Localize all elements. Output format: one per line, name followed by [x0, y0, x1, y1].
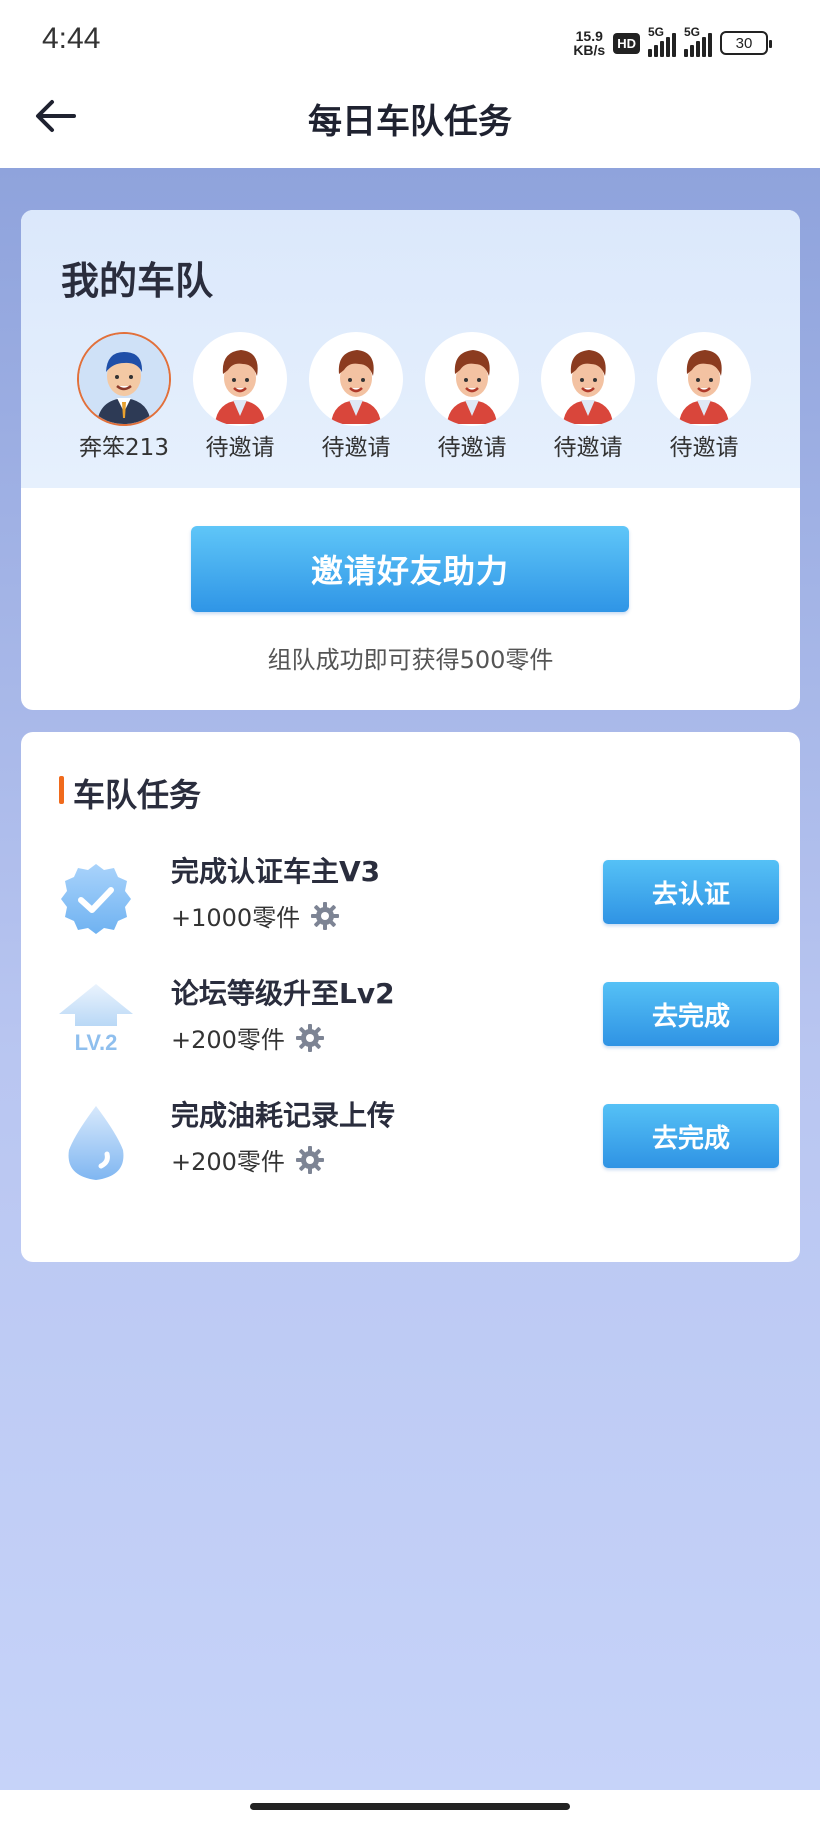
member-name: 待邀请 — [553, 435, 623, 461]
battery-icon: 30 — [720, 31, 772, 55]
avatar — [541, 332, 635, 426]
invite-placeholder-avatar-icon — [215, 350, 265, 424]
gear-icon — [311, 901, 340, 930]
task-item: LV.2 论坛等级升至Lv2 +200零件 去完成 — [57, 972, 779, 1072]
task-reward: +200零件 — [171, 1142, 325, 1177]
task-section-title: 车队任务 — [59, 770, 201, 816]
member-pending[interactable]: 待邀请 — [182, 332, 298, 462]
invite-placeholder-avatar-icon — [331, 350, 381, 424]
member-name: 待邀请 — [205, 435, 275, 461]
avatar — [657, 332, 751, 426]
task-name: 论坛等级升至Lv2 — [171, 977, 395, 1010]
member-pending[interactable]: 待邀请 — [414, 332, 530, 462]
invite-friends-button[interactable]: 邀请好友助力 — [191, 526, 629, 612]
team-reward-text: 组队成功即可获得500零件 — [267, 646, 554, 674]
page-title: 每日车队任务 — [308, 102, 512, 142]
member-name: 奔笨213 — [79, 435, 169, 461]
avatar — [193, 332, 287, 426]
status-indicators: 15.9 KB/s HD 5G 5G 30 — [573, 25, 772, 60]
member-name: 待邀请 — [669, 435, 739, 461]
user-avatar-icon — [79, 334, 169, 424]
home-indicator[interactable] — [250, 1803, 570, 1810]
verify-button[interactable]: 去认证 — [603, 860, 779, 924]
status-time: 4:44 — [42, 22, 101, 55]
task-item: 完成油耗记录上传 +200零件 去完成 — [57, 1094, 779, 1194]
signal-icon: 5G — [684, 25, 712, 57]
task-card: 车队任务 完成认证车主V3 +1000零件 去认证 LV.2 论坛等级升至Lv2… — [21, 732, 800, 1262]
task-name: 完成认证车主V3 — [171, 855, 381, 888]
member-pending[interactable]: 待邀请 — [646, 332, 762, 462]
app-header: 每日车队任务 — [0, 82, 820, 168]
avatar — [425, 332, 519, 426]
avatar — [309, 332, 403, 426]
complete-button[interactable]: 去完成 — [603, 1104, 779, 1168]
member-name: 待邀请 — [437, 435, 507, 461]
member-owner[interactable]: 奔笨213 — [66, 332, 182, 462]
gear-icon — [295, 1145, 324, 1174]
svg-text:LV.2: LV.2 — [75, 1030, 118, 1055]
team-card: 我的车队 奔笨213 待邀请 待邀请 待邀请 待邀请 待邀请 邀请好友助力 组队… — [21, 210, 800, 710]
gear-icon — [295, 1023, 324, 1052]
member-list: 奔笨213 待邀请 待邀请 待邀请 待邀请 待邀请 — [66, 332, 762, 462]
level-up-icon: LV.2 — [59, 984, 133, 1055]
team-title: 我的车队 — [61, 259, 214, 303]
task-name: 完成油耗记录上传 — [171, 1099, 396, 1132]
invite-placeholder-avatar-icon — [563, 350, 613, 424]
battery-level: 30 — [735, 34, 753, 52]
complete-button[interactable]: 去完成 — [603, 982, 779, 1046]
signal-icon: 5G — [648, 25, 676, 57]
invite-placeholder-avatar-icon — [679, 350, 729, 424]
task-reward: +200零件 — [171, 1020, 325, 1055]
hd-badge: HD — [613, 32, 640, 54]
task-reward: +1000零件 — [171, 898, 340, 933]
network-speed: 15.9 KB/s — [573, 28, 606, 58]
verified-badge-icon — [61, 864, 131, 934]
fuel-drop-icon — [68, 1106, 124, 1180]
member-pending[interactable]: 待邀请 — [298, 332, 414, 462]
task-item: 完成认证车主V3 +1000零件 去认证 — [57, 850, 779, 950]
member-name: 待邀请 — [321, 435, 391, 461]
status-bar: 4:44 15.9 KB/s HD 5G 5G 30 — [0, 0, 820, 82]
invite-placeholder-avatar-icon — [447, 350, 497, 424]
member-pending[interactable]: 待邀请 — [530, 332, 646, 462]
avatar — [77, 332, 171, 426]
